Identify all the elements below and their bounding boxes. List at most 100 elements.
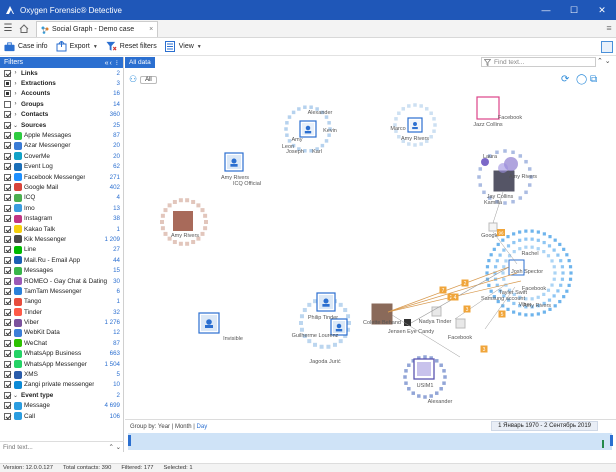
filter-source-item[interactable]: Messages 15: [0, 265, 123, 275]
chevron-right-icon[interactable]: ›: [12, 70, 19, 76]
timeline-right-handle[interactable]: [610, 435, 613, 446]
filter-checkbox[interactable]: [4, 267, 11, 275]
node-label[interactable]: Alexander: [308, 110, 333, 116]
node-label[interactable]: Nadya Tinder: [419, 319, 452, 325]
hamburger-menu-icon[interactable]: ☰: [0, 19, 16, 37]
node-label[interactable]: Laura: [483, 154, 498, 160]
filter-category[interactable]: › Contacts 360: [0, 110, 123, 120]
filter-checkbox[interactable]: [4, 371, 11, 379]
filter-checkbox[interactable]: [4, 381, 11, 389]
graph-network[interactable]: AlexanderKevinAmyLeonJoseph KarlAmy River…: [125, 57, 616, 419]
panel-toggle-icon[interactable]: [601, 40, 613, 53]
node-label[interactable]: Rachel: [521, 251, 538, 257]
filter-category[interactable]: › Accounts 16: [0, 89, 123, 99]
filter-category[interactable]: › Groups 14: [0, 99, 123, 109]
minimize-button[interactable]: —: [532, 0, 560, 20]
filter-checkbox[interactable]: [4, 194, 11, 202]
node-label[interactable]: Philip Tinder: [308, 315, 338, 321]
filter-source-item[interactable]: Mail.Ru - Email App 44: [0, 255, 123, 265]
node-label[interactable]: Amy Rivers: [171, 233, 199, 239]
filter-event-type-header[interactable]: ⌄ Event type 2: [0, 390, 123, 400]
filter-checkbox[interactable]: [4, 360, 11, 368]
node-label[interactable]: Amy Rivers: [509, 174, 537, 180]
filter-source-item[interactable]: Event Log 62: [0, 162, 123, 172]
filter-checkbox[interactable]: [4, 246, 11, 254]
filter-checkbox[interactable]: [4, 204, 11, 212]
filter-checkbox[interactable]: [4, 339, 11, 347]
node-label[interactable]: USIM1: [417, 383, 434, 389]
node-label[interactable]: Guilherme Lourenz: [292, 333, 339, 339]
chevron-down-icon[interactable]: ⌄: [12, 122, 19, 129]
filter-source-item[interactable]: WeChat 87: [0, 338, 123, 348]
filter-source-item[interactable]: WebKit Data 12: [0, 328, 123, 338]
contact-node[interactable]: [488, 222, 498, 232]
node-label[interactable]: Amy: [292, 137, 303, 143]
group-by-month[interactable]: Month: [175, 424, 192, 430]
node-label[interactable]: Kevin: [323, 128, 337, 134]
tab-social-graph[interactable]: Social Graph - Demo case ×: [36, 21, 159, 37]
chevron-right-icon[interactable]: ›: [12, 91, 19, 97]
filter-checkbox[interactable]: [4, 132, 11, 140]
filter-sources-header[interactable]: ⌄ Sources 25: [0, 120, 123, 130]
filter-source-item[interactable]: Azar Messenger 20: [0, 141, 123, 151]
filters-search-input[interactable]: Find text...: [3, 444, 33, 451]
filter-checkbox[interactable]: [4, 350, 11, 358]
node-label[interactable]: Marco: [390, 126, 405, 132]
filter-source-item[interactable]: CoverMe 20: [0, 151, 123, 161]
contact-node[interactable]: [476, 96, 500, 120]
filter-source-item[interactable]: Line 27: [0, 245, 123, 255]
filter-checkbox[interactable]: [4, 142, 11, 150]
filter-checkbox[interactable]: [4, 298, 11, 306]
filter-checkbox[interactable]: [4, 277, 11, 285]
contact-node-photo[interactable]: [173, 211, 193, 231]
case-info-button[interactable]: Case info: [0, 39, 52, 55]
filter-checkbox[interactable]: [4, 80, 11, 88]
filter-checkbox[interactable]: [4, 235, 11, 243]
node-label[interactable]: Amy Rivers: [523, 303, 551, 309]
filter-checkbox[interactable]: [4, 90, 11, 98]
chevron-right-icon[interactable]: ›: [12, 81, 19, 87]
filter-checkbox[interactable]: [4, 152, 11, 160]
filter-source-item[interactable]: Imo 13: [0, 203, 123, 213]
filter-checkbox[interactable]: [4, 329, 11, 337]
group-by-year[interactable]: Year: [158, 424, 170, 430]
filter-source-item[interactable]: WhatsApp Messenger 1 504: [0, 359, 123, 369]
node-label[interactable]: Invisible: [223, 336, 243, 342]
filter-source-item[interactable]: Facebook Messenger 271: [0, 172, 123, 182]
timeline-left-handle[interactable]: [128, 435, 131, 446]
filter-checkbox[interactable]: [4, 100, 11, 108]
filter-source-item[interactable]: ICQ 4: [0, 193, 123, 203]
node-label[interactable]: Facebook: [448, 335, 472, 341]
chevron-right-icon[interactable]: ›: [12, 112, 19, 118]
node-label[interactable]: Facebook: [522, 286, 546, 292]
node-label[interactable]: Jagoda Jurić: [309, 359, 340, 365]
node-label[interactable]: Amy Rivers: [401, 136, 429, 142]
filter-checkbox[interactable]: [4, 121, 11, 129]
timeline-track[interactable]: [128, 433, 612, 450]
filter-checkbox[interactable]: [4, 215, 11, 223]
maximize-button[interactable]: ☐: [560, 0, 588, 20]
filter-source-item[interactable]: Kakao Talk 1: [0, 224, 123, 234]
filter-event-type-item[interactable]: Message 4 699: [0, 401, 123, 411]
filter-category[interactable]: › Links 2: [0, 68, 123, 78]
chevron-right-icon[interactable]: ›: [12, 101, 19, 107]
chevron-down-icon[interactable]: ⌄: [12, 392, 19, 399]
home-icon[interactable]: [16, 19, 32, 37]
filter-source-item[interactable]: Instagram 38: [0, 213, 123, 223]
filter-checkbox[interactable]: [4, 287, 11, 295]
collapse-panel-icon[interactable]: «‹ ⁝: [105, 59, 119, 67]
filter-checkbox[interactable]: [4, 183, 11, 191]
filter-source-item[interactable]: TamTam Messenger 6: [0, 286, 123, 296]
filter-source-item[interactable]: Apple Messages 87: [0, 130, 123, 140]
node-label[interactable]: Alexander: [428, 399, 453, 405]
node-label[interactable]: Jazz Collins: [473, 122, 503, 128]
filter-checkbox[interactable]: [4, 412, 11, 420]
filter-checkbox[interactable]: [4, 163, 11, 171]
filter-checkbox[interactable]: [4, 225, 11, 233]
contact-node[interactable]: [404, 319, 411, 326]
filter-checkbox[interactable]: [4, 402, 11, 410]
filter-source-item[interactable]: ROMEO - Gay Chat & Dating 30: [0, 276, 123, 286]
filter-checkbox[interactable]: [4, 308, 11, 316]
reset-filters-button[interactable]: Reset filters: [102, 39, 161, 55]
filter-checkbox[interactable]: [4, 69, 11, 77]
